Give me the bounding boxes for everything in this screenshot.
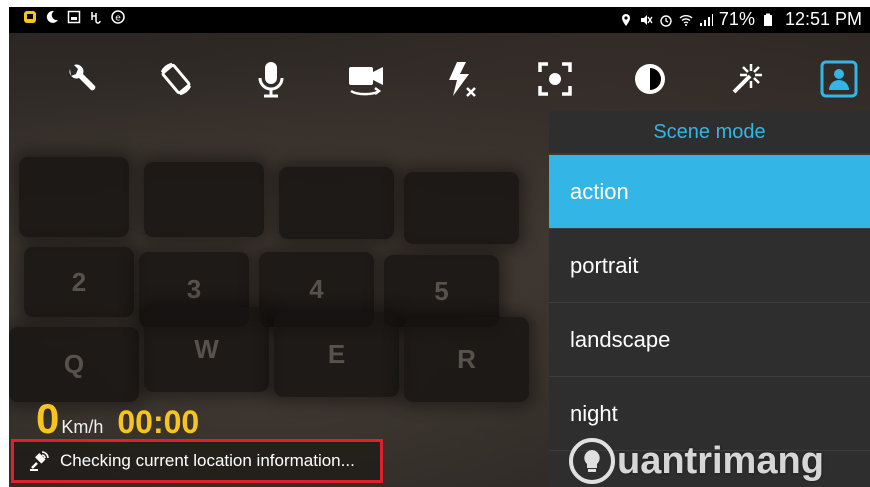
preview-key [19,157,129,237]
preview-key: W [144,307,269,392]
recording-timer: 00:00 [117,404,200,440]
flash-off-icon [449,62,476,97]
preview-key [144,162,264,237]
watermark: uantrimang [569,435,824,487]
wrench-icon [69,64,96,91]
speed-display: 0 Km/h 00:00 [36,395,199,443]
usb-debug-icon [91,12,101,24]
exposure-icon [635,64,665,94]
satellite-icon [30,451,49,471]
scene-mode-button[interactable] [815,55,863,103]
location-icon [621,13,630,26]
effects-button[interactable] [721,55,769,103]
preview-key: Q [9,327,139,402]
camera-screen: 2 3 4 5 Q W E R e 71% 12:51 PM Scene mod… [9,7,870,487]
flash-button[interactable] [437,55,485,103]
app-e-icon: e [111,10,125,24]
preview-key [279,167,394,239]
focus-icon [538,62,572,96]
rotate-button[interactable] [152,55,200,103]
camera-toolbar [9,55,870,103]
clock: 12:51 PM [784,9,862,29]
settings-button[interactable] [57,55,105,103]
microphone-icon [258,62,284,98]
svg-text:e: e [115,14,121,24]
wifi-icon [679,14,693,26]
magic-wand-icon [732,64,762,94]
microphone-button[interactable] [247,55,295,103]
scene-option-landscape[interactable]: landscape [549,303,870,377]
picture-icon [67,10,81,24]
exposure-button[interactable] [626,55,674,103]
status-bar: e 71% 12:51 PM [9,7,870,33]
system-status: 71% 12:51 PM [619,9,862,30]
watermark-text: uantrimang [617,439,824,482]
scene-option-action[interactable]: action [549,155,870,229]
speed-value: 0 [36,395,60,442]
moon-icon [46,10,58,23]
preview-key: R [404,317,529,402]
scene-menu-title: Scene mode [549,111,870,155]
app-notification-icon [24,11,36,23]
lightbulb-icon [569,438,615,484]
speed-unit: Km/h [61,417,104,437]
location-status: Checking current location information... [11,439,383,483]
location-message: Checking current location information... [60,451,355,470]
preview-key: 2 [24,247,134,317]
scene-mode-icon [820,60,858,98]
preview-key [404,172,519,244]
switch-camera-icon [349,67,383,96]
battery-icon [763,13,772,26]
screen-rotation-icon [160,62,192,96]
alarm-icon [660,14,672,27]
preview-key: E [274,312,399,397]
notification-icons: e [23,10,125,24]
switch-camera-button[interactable] [342,55,390,103]
scene-option-portrait[interactable]: portrait [549,229,870,303]
focus-button[interactable] [531,55,579,103]
mute-icon [640,14,653,25]
battery-percent: 71% [718,9,755,29]
signal-icon [699,13,713,26]
scene-mode-menu: Scene mode action portrait landscape nig… [549,111,870,487]
